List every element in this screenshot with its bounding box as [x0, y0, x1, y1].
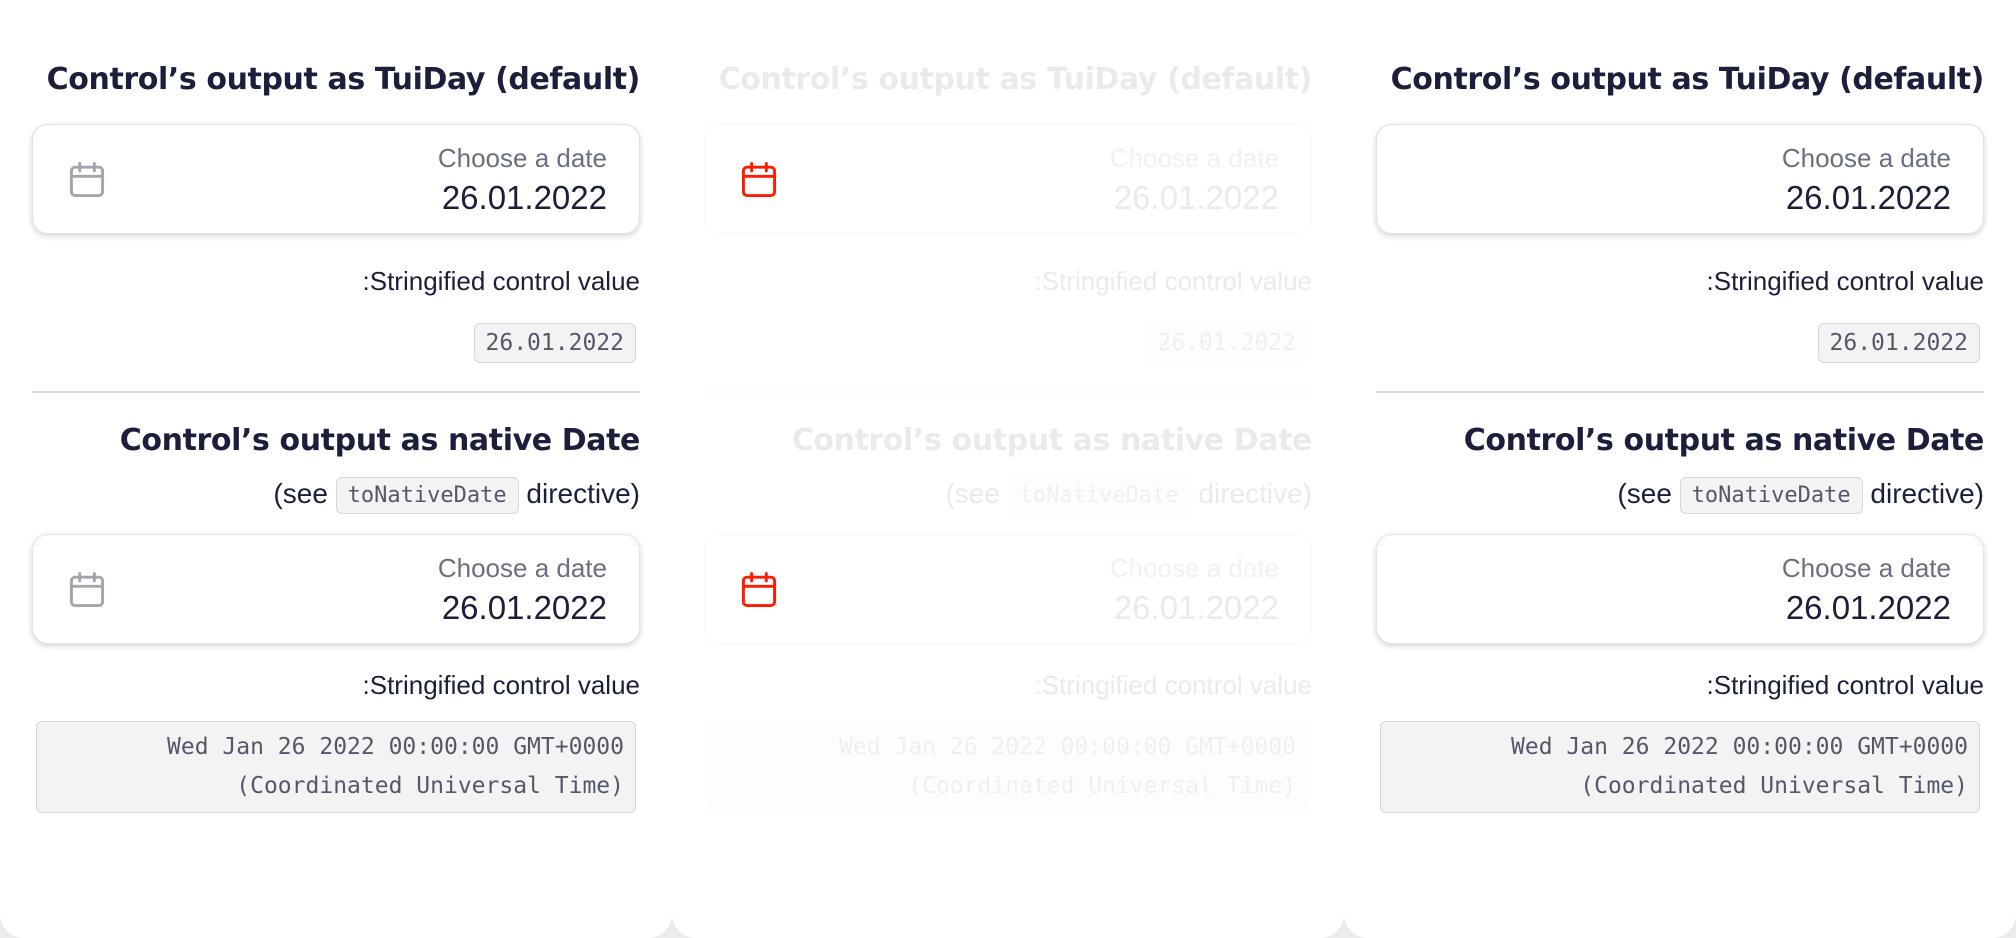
date-input-native[interactable]: Choose a date 26.01.2022	[704, 534, 1312, 644]
date-input-value[interactable]: 26.01.2022	[442, 179, 607, 217]
date-input-label: Choose a date	[437, 143, 607, 173]
date-input-value[interactable]: 26.01.2022	[442, 589, 607, 627]
stringified-value: 26.01.2022	[1817, 323, 1980, 363]
stringified-value: 26.01.2022	[1145, 323, 1308, 363]
date-input-native[interactable]: Choose a date 26.01.2022	[32, 534, 640, 644]
date-input-label: Choose a date	[1109, 143, 1279, 173]
demo-column-faded: Control’s output as TuiDay (default) Cho…	[672, 0, 1344, 938]
date-input-value[interactable]: 26.01.2022	[1114, 179, 1279, 217]
stringified-caption: :Stringified control value	[362, 670, 640, 700]
stringified-value: 26.01.2022	[473, 323, 636, 363]
calendar-icon[interactable]	[737, 158, 781, 202]
date-input-value[interactable]: 26.01.2022	[1786, 179, 1951, 217]
section-heading-native-date: Control’s output as native Date	[119, 423, 641, 458]
directive-note: (see toNativeDate directive)	[704, 477, 1312, 514]
directive-code: toNativeDate	[335, 477, 519, 514]
section-heading-native-date: Control’s output as native Date	[1463, 423, 1985, 458]
date-input-label: Choose a date	[1109, 553, 1279, 583]
date-input-native[interactable]: Choose a date 26.01.2022	[1376, 534, 1984, 644]
demo-column-default: Control’s output as TuiDay (default) Cho…	[0, 0, 672, 938]
stringified-date-value: Wed Jan 26 2022 00:00:00 GMT+0000 (Coord…	[36, 721, 636, 813]
demo-stage: Control’s output as TuiDay (default) Cho…	[0, 0, 2016, 938]
calendar-icon[interactable]	[737, 568, 781, 612]
calendar-icon[interactable]	[65, 158, 109, 202]
stringified-date-value: Wed Jan 26 2022 00:00:00 GMT+0000 (Coord…	[708, 721, 1308, 813]
section-heading-tuiday: Control’s output as TuiDay (default)	[46, 62, 641, 97]
date-input-label: Choose a date	[437, 553, 607, 583]
section-heading-tuiday: Control’s output as TuiDay (default)	[718, 62, 1313, 97]
directive-note: (see toNativeDate directive)	[32, 477, 640, 514]
directive-code: toNativeDate	[1007, 477, 1191, 514]
calendar-icon[interactable]	[65, 568, 109, 612]
section-heading-native-date: Control’s output as native Date	[791, 423, 1313, 458]
stringified-caption: :Stringified control value	[1034, 670, 1312, 700]
date-input-tuiday[interactable]: Choose a date 26.01.2022	[704, 124, 1312, 234]
stringified-caption: :Stringified control value	[1706, 266, 1984, 296]
stringified-caption: :Stringified control value	[362, 266, 640, 296]
stringified-date-value: Wed Jan 26 2022 00:00:00 GMT+0000 (Coord…	[1380, 721, 1980, 813]
date-input-value[interactable]: 26.01.2022	[1786, 589, 1951, 627]
demo-column-no-icon: Control’s output as TuiDay (default) Cho…	[1344, 0, 2016, 938]
stringified-caption: :Stringified control value	[1034, 266, 1312, 296]
date-input-label: Choose a date	[1781, 553, 1951, 583]
date-input-value[interactable]: 26.01.2022	[1114, 589, 1279, 627]
date-input-tuiday[interactable]: Choose a date 26.01.2022	[32, 124, 640, 234]
date-input-tuiday[interactable]: Choose a date 26.01.2022	[1376, 124, 1984, 234]
directive-code: toNativeDate	[1679, 477, 1863, 514]
date-input-label: Choose a date	[1781, 143, 1951, 173]
directive-note: (see toNativeDate directive)	[1376, 477, 1984, 514]
stringified-caption: :Stringified control value	[1706, 670, 1984, 700]
section-heading-tuiday: Control’s output as TuiDay (default)	[1390, 62, 1985, 97]
